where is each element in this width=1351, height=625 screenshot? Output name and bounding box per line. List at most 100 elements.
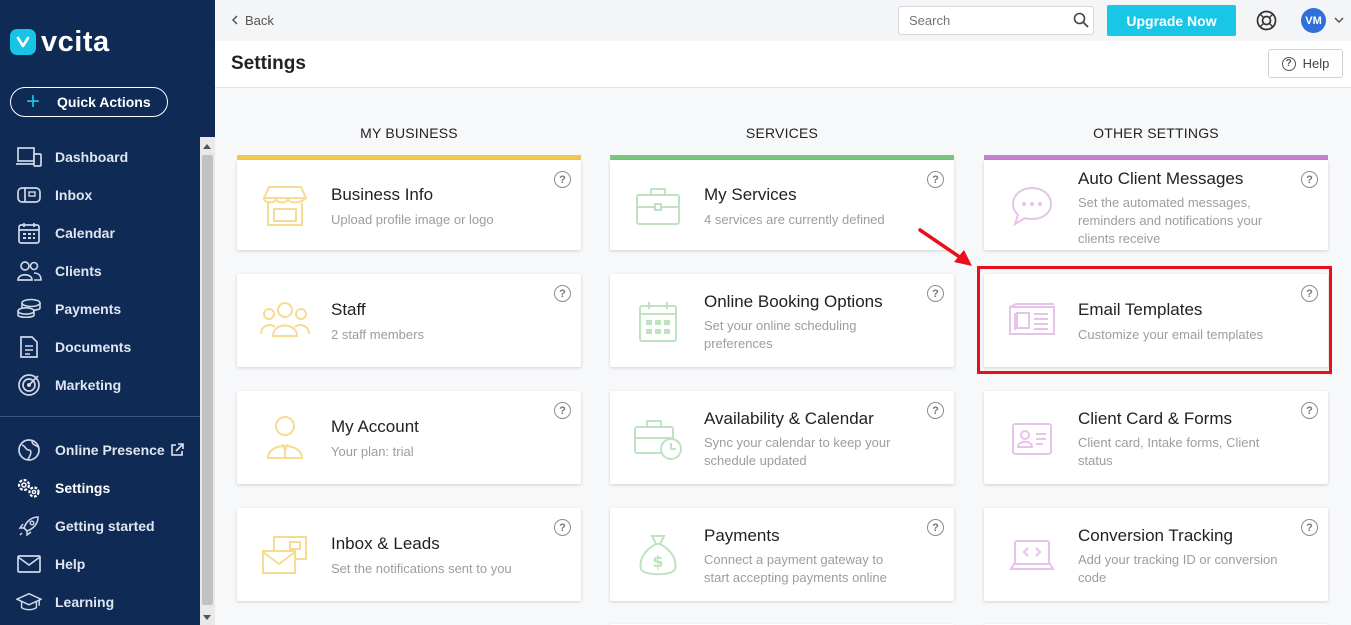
chevron-left-icon xyxy=(231,12,239,28)
card-my-services[interactable]: My Services 4 services are currently def… xyxy=(610,160,954,250)
column-title-other-settings: OTHER SETTINGS xyxy=(1093,125,1219,141)
card-help-icon[interactable]: ? xyxy=(1301,171,1318,188)
payments-icon xyxy=(16,297,42,321)
card-client-card-forms[interactable]: Client Card & Forms Client card, Intake … xyxy=(984,391,1328,484)
graduation-cap-icon xyxy=(16,590,42,614)
storefront-icon xyxy=(259,180,311,232)
card-description: Set the automated messages, reminders an… xyxy=(1078,195,1263,246)
sidebar-item-documents[interactable]: Documents xyxy=(0,328,200,366)
card-help-icon[interactable]: ? xyxy=(927,285,944,302)
dashboard-icon xyxy=(16,145,42,169)
back-link[interactable]: Back xyxy=(231,12,274,28)
sidebar-scrollbar[interactable] xyxy=(200,137,215,625)
card-description: Sync your calendar to keep your schedule… xyxy=(704,435,891,468)
card-title: My Account xyxy=(331,417,419,436)
sidebar-item-dashboard[interactable]: Dashboard xyxy=(0,138,200,176)
mail-icon xyxy=(16,552,42,576)
card-help-icon[interactable]: ? xyxy=(1301,519,1318,536)
user-avatar[interactable]: VM xyxy=(1301,8,1326,33)
scroll-up-icon[interactable] xyxy=(203,144,211,149)
card-online-booking-options[interactable]: Online Booking Options Set your online s… xyxy=(610,274,954,367)
briefcase-icon xyxy=(632,180,684,232)
card-help-icon[interactable]: ? xyxy=(1301,402,1318,419)
staff-icon xyxy=(259,294,311,346)
upgrade-now-button[interactable]: Upgrade Now xyxy=(1107,5,1236,36)
card-description: Upload profile image or logo xyxy=(331,212,494,227)
sidebar-item-getting-started[interactable]: Getting started xyxy=(0,507,200,545)
nav-divider xyxy=(0,416,200,417)
scroll-down-icon[interactable] xyxy=(203,615,211,620)
rocket-icon xyxy=(16,514,42,538)
scrollbar-thumb[interactable] xyxy=(202,155,213,605)
svg-text:$: $ xyxy=(652,552,663,571)
sidebar-item-learning[interactable]: Learning xyxy=(0,583,200,621)
vcita-logo-icon xyxy=(10,29,36,55)
card-conversion-tracking[interactable]: Conversion Tracking Add your tracking ID… xyxy=(984,508,1328,601)
marketing-icon xyxy=(16,373,42,397)
annotation-arrow-icon xyxy=(918,228,972,266)
vcita-logo[interactable]: vcita xyxy=(10,24,110,60)
sidebar-item-marketing[interactable]: Marketing xyxy=(0,366,200,404)
booking-calendar-icon xyxy=(632,296,684,348)
availability-briefcase-clock-icon xyxy=(632,413,684,465)
card-payments[interactable]: $ Payments Connect a payment gateway to … xyxy=(610,508,954,601)
sidebar-item-online-presence[interactable]: Online Presence xyxy=(0,431,200,469)
globe-icon xyxy=(16,438,42,462)
column-title-services: SERVICES xyxy=(745,125,819,141)
card-description: 4 services are currently defined xyxy=(704,212,885,227)
sidebar-item-label: Help xyxy=(55,556,86,572)
quick-actions-label: Quick Actions xyxy=(57,94,151,110)
card-description: Add your tracking ID or conversion code xyxy=(1078,552,1278,585)
page-header: Settings ? Help xyxy=(215,41,1351,88)
sidebar-item-label: Online Presence xyxy=(55,442,165,458)
card-title: My Services xyxy=(704,185,797,204)
sidebar-item-label: Dashboard xyxy=(55,149,129,165)
card-help-icon[interactable]: ? xyxy=(554,402,571,419)
card-my-account[interactable]: My Account Your plan: trial ? xyxy=(237,391,581,484)
card-title: Staff xyxy=(331,300,366,319)
sidebar-item-inbox[interactable]: Inbox xyxy=(0,176,200,214)
sidebar: vcita + Quick Actions Dashboard Inbox Ca… xyxy=(0,0,215,625)
inbox-icon xyxy=(16,183,42,207)
quick-actions-button[interactable]: + Quick Actions xyxy=(10,87,168,117)
help-button[interactable]: ? Help xyxy=(1268,49,1343,78)
client-card-icon xyxy=(1006,413,1058,465)
card-help-icon[interactable]: ? xyxy=(554,519,571,536)
card-business-info[interactable]: Business Info Upload profile image or lo… xyxy=(237,160,581,250)
help-label: Help xyxy=(1302,56,1330,71)
card-help-icon[interactable]: ? xyxy=(554,171,571,188)
sidebar-item-settings[interactable]: Settings xyxy=(0,469,200,507)
sidebar-item-calendar[interactable]: Calendar xyxy=(0,214,200,252)
sidebar-item-label: Calendar xyxy=(55,225,115,241)
sidebar-item-payments[interactable]: Payments xyxy=(0,290,200,328)
sidebar-item-label: Marketing xyxy=(55,377,122,393)
column-title-my-business: MY BUSINESS xyxy=(360,125,458,141)
search-input[interactable] xyxy=(898,6,1094,35)
chevron-down-icon[interactable] xyxy=(1333,13,1345,25)
sidebar-item-help[interactable]: Help xyxy=(0,545,200,583)
question-icon: ? xyxy=(1281,56,1296,71)
brand-name: vcita xyxy=(41,25,110,58)
calendar-icon xyxy=(16,221,42,245)
card-help-icon[interactable]: ? xyxy=(927,519,944,536)
card-description: Set the notifications sent to you xyxy=(331,561,512,576)
card-description: Set your online scheduling preferences xyxy=(704,318,857,351)
search-icon[interactable] xyxy=(1073,12,1089,28)
card-help-icon[interactable]: ? xyxy=(554,285,571,302)
card-help-icon[interactable]: ? xyxy=(927,171,944,188)
card-auto-client-messages[interactable]: Auto Client Messages Set the automated m… xyxy=(984,160,1328,250)
card-availability-calendar[interactable]: Availability & Calendar Sync your calend… xyxy=(610,391,954,484)
card-title: Conversion Tracking xyxy=(1078,526,1233,545)
money-bag-icon: $ xyxy=(632,530,684,582)
card-inbox-leads[interactable]: Inbox & Leads Set the notifications sent… xyxy=(237,508,581,601)
back-label: Back xyxy=(245,12,274,28)
card-description: 2 staff members xyxy=(331,327,424,342)
page-title: Settings xyxy=(231,53,306,74)
clients-icon xyxy=(16,259,42,283)
envelope-leads-icon xyxy=(259,530,311,582)
card-help-icon[interactable]: ? xyxy=(927,402,944,419)
card-staff[interactable]: Staff 2 staff members ? xyxy=(237,274,581,367)
sidebar-item-clients[interactable]: Clients xyxy=(0,252,200,290)
chat-bubble-icon xyxy=(1006,180,1058,232)
support-icon[interactable] xyxy=(1256,10,1277,31)
